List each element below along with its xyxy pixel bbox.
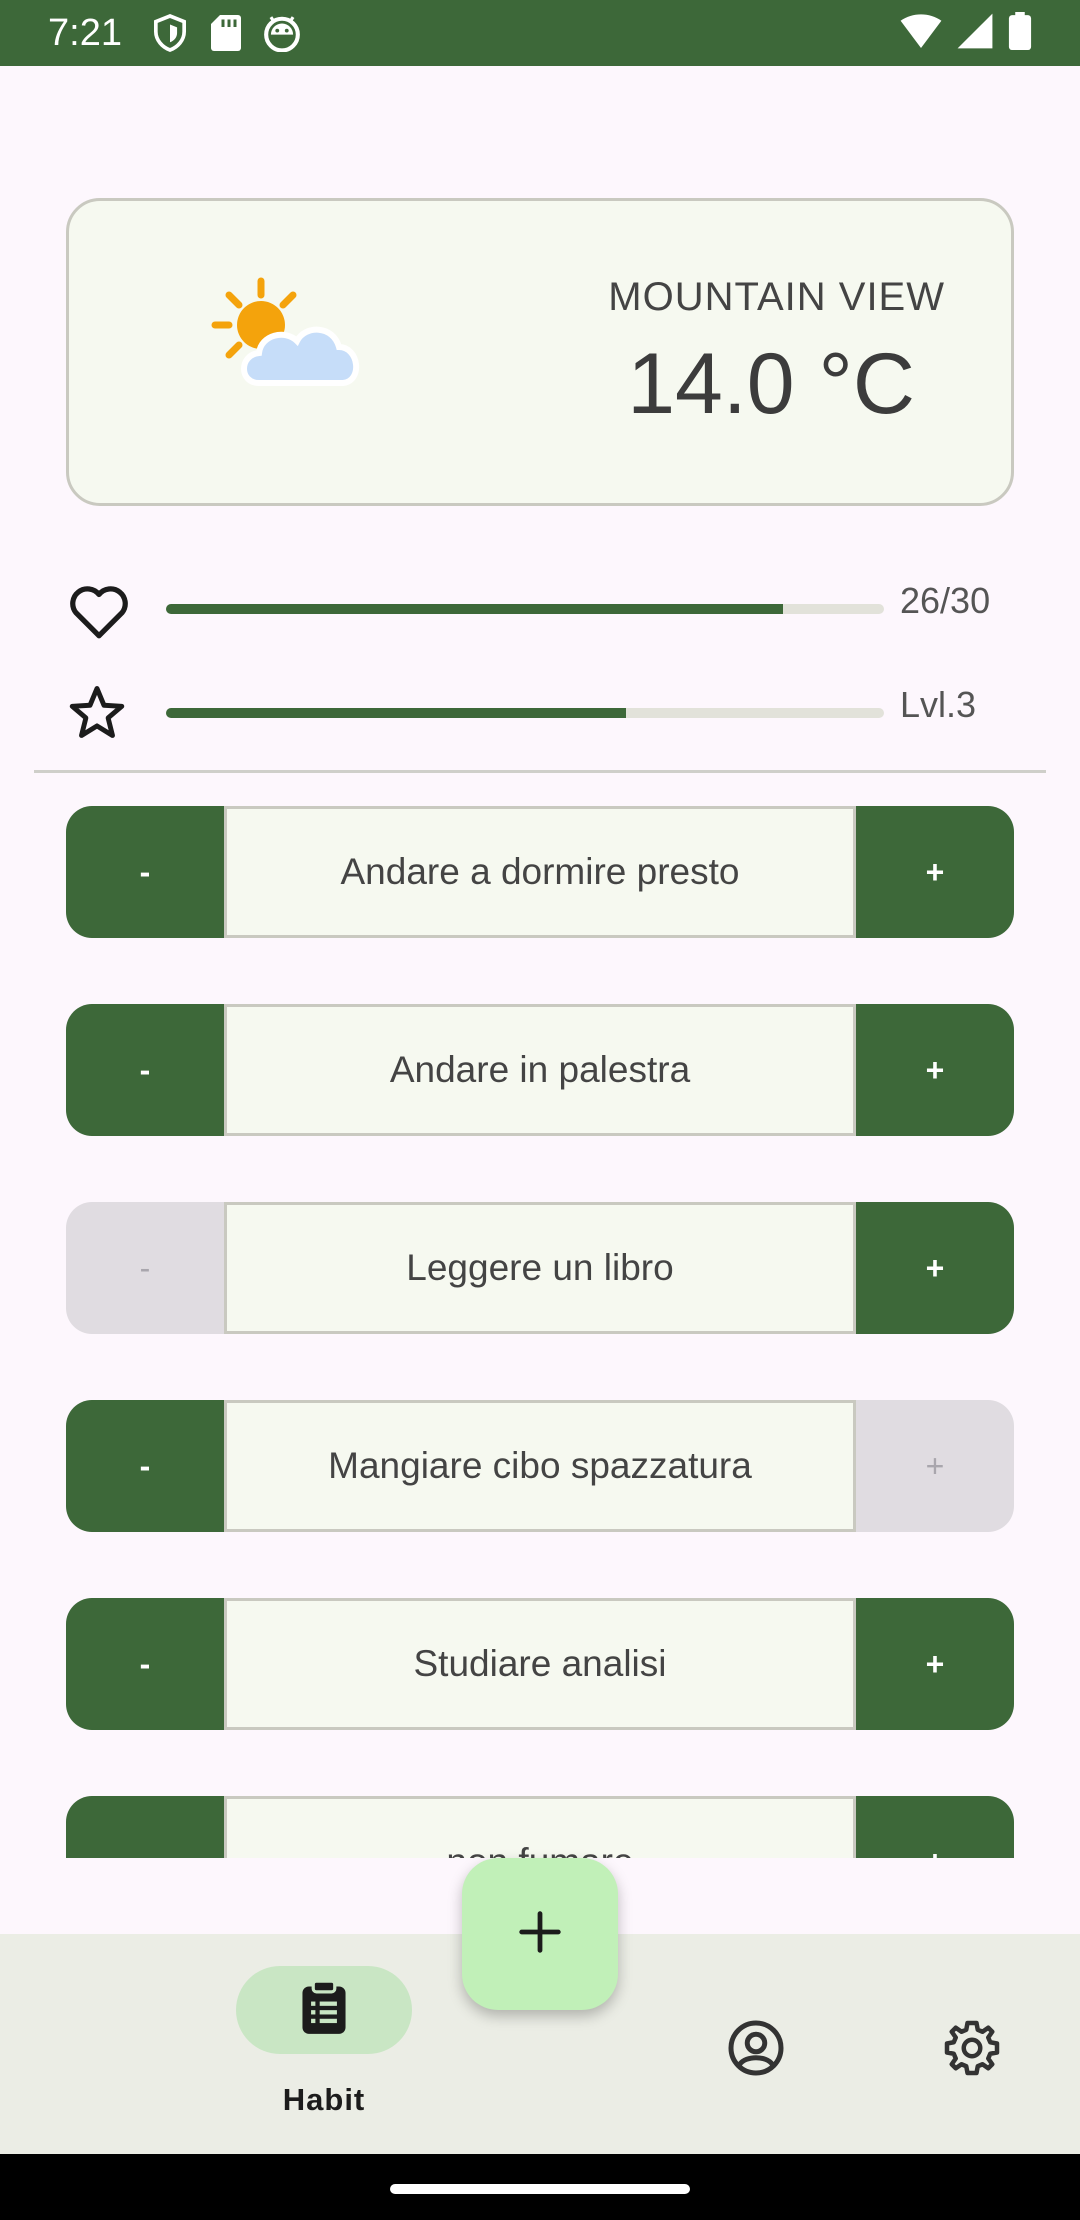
- nav-label-habit: Habit: [282, 2082, 366, 2117]
- gear-icon: [942, 2018, 1002, 2083]
- wifi-icon: [900, 13, 942, 53]
- weather-city: MOUNTAIN VIEW: [608, 275, 945, 319]
- sd-card-icon: [204, 11, 248, 55]
- health-progress-bar: [166, 604, 884, 614]
- habit-decrement-button[interactable]: -: [66, 1400, 224, 1532]
- level-progress-fill: [166, 708, 626, 718]
- habit-decrement-button[interactable]: -: [66, 1796, 224, 1858]
- habit-row: - Studiare analisi +: [66, 1598, 1014, 1730]
- habit-increment-button[interactable]: +: [856, 1598, 1014, 1730]
- status-time: 7:21: [48, 11, 122, 54]
- habit-row: - Leggere un libro +: [66, 1202, 1014, 1334]
- habit-increment-button[interactable]: +: [856, 1796, 1014, 1858]
- gesture-navigation-bar: [0, 2154, 1080, 2220]
- add-habit-button[interactable]: [462, 1858, 618, 2010]
- health-value: 26/30: [900, 580, 991, 621]
- level-progress-bar: [166, 708, 884, 718]
- profile-icon: [726, 2018, 786, 2083]
- habit-decrement-button: -: [66, 1202, 224, 1334]
- habit-row: - Andare a dormire presto +: [66, 806, 1014, 938]
- habit-name[interactable]: non fumare: [224, 1796, 856, 1858]
- clipboard-icon: [298, 1978, 350, 2041]
- partly-cloudy-icon: [209, 273, 379, 403]
- home-gesture-handle[interactable]: [390, 2184, 690, 2194]
- plus-icon: [518, 1910, 562, 1959]
- habit-decrement-button[interactable]: -: [66, 1004, 224, 1136]
- nav-item-habit[interactable]: [236, 1966, 412, 2054]
- shield-icon: [148, 11, 192, 55]
- android-icon: [260, 11, 304, 55]
- nav-item-profile[interactable]: [716, 2010, 796, 2090]
- habit-name[interactable]: Andare a dormire presto: [224, 806, 856, 938]
- habit-name[interactable]: Studiare analisi: [224, 1598, 856, 1730]
- habit-row: - Andare in palestra +: [66, 1004, 1014, 1136]
- habit-increment-button[interactable]: +: [856, 1202, 1014, 1334]
- battery-icon: [1008, 11, 1032, 55]
- divider: [34, 770, 1046, 773]
- heart-icon: [66, 578, 132, 644]
- weather-temperature: 14.0 °C: [627, 336, 915, 432]
- nav-item-settings[interactable]: [932, 2010, 1012, 2090]
- habit-row: - Mangiare cibo spazzatura +: [66, 1400, 1014, 1532]
- habit-decrement-button[interactable]: -: [66, 1598, 224, 1730]
- weather-card: MOUNTAIN VIEW 14.0 °C: [66, 198, 1014, 506]
- habit-decrement-button[interactable]: -: [66, 806, 224, 938]
- habit-increment-button[interactable]: +: [856, 1004, 1014, 1136]
- status-bar: 7:21: [0, 0, 1080, 66]
- habit-name[interactable]: Andare in palestra: [224, 1004, 856, 1136]
- habit-row: - non fumare +: [66, 1796, 1014, 1858]
- habit-list[interactable]: - Andare a dormire presto + - Andare in …: [66, 806, 1014, 1858]
- level-stat: Lvl.3: [66, 674, 1014, 744]
- signal-icon: [956, 12, 994, 55]
- star-icon: [66, 682, 132, 748]
- habit-increment-button[interactable]: +: [856, 806, 1014, 938]
- health-stat: 26/30: [66, 570, 1014, 640]
- habit-name[interactable]: Mangiare cibo spazzatura: [224, 1400, 856, 1532]
- level-value: Lvl.3: [900, 684, 977, 725]
- health-progress-fill: [166, 604, 784, 614]
- habit-name[interactable]: Leggere un libro: [224, 1202, 856, 1334]
- habit-increment-button: +: [856, 1400, 1014, 1532]
